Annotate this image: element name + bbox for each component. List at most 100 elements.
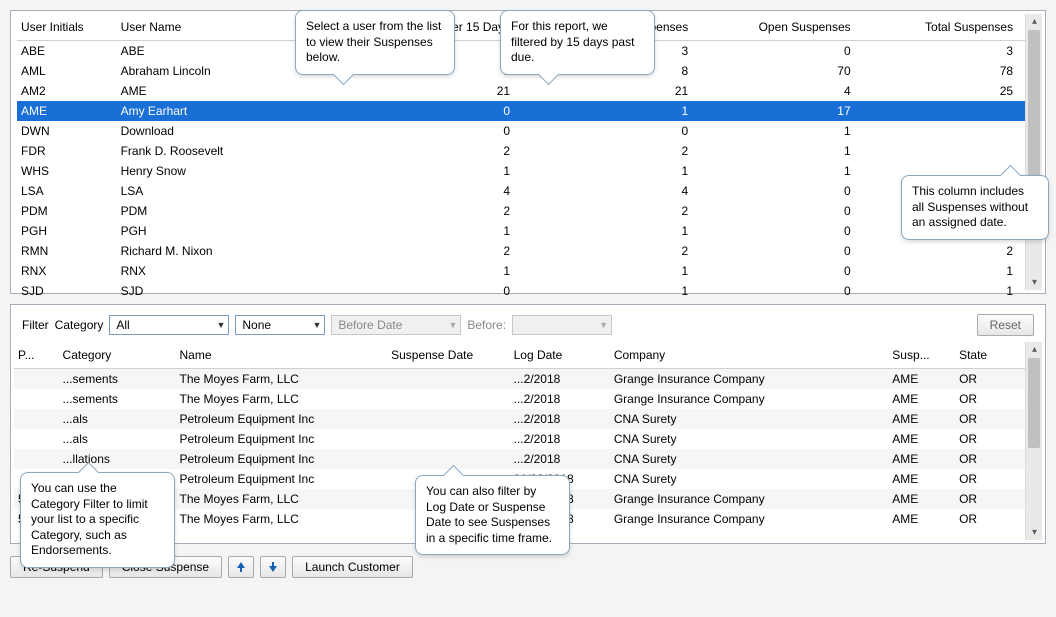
vertical-scrollbar[interactable] <box>1025 342 1042 540</box>
callout-open-column: This column includes all Suspenses witho… <box>901 175 1049 240</box>
cell-name: Petroleum Equipment Inc <box>175 449 387 469</box>
cell-name: Amy Earhart <box>117 101 342 121</box>
cell-susp: AME <box>888 389 955 409</box>
col-suspense-date[interactable]: Suspense Date <box>387 342 510 369</box>
button-label: Reset <box>990 318 1021 332</box>
cell-initials: DWN <box>17 121 117 141</box>
cell-name: Petroleum Equipment Inc <box>175 409 387 429</box>
cell-state: OR <box>955 369 1022 390</box>
cell-category: ...sements <box>59 369 176 390</box>
col-state[interactable]: State <box>955 342 1022 369</box>
cell-name: AME <box>117 81 342 101</box>
scroll-down-icon[interactable] <box>1029 527 1040 538</box>
scroll-down-icon[interactable] <box>1029 277 1040 288</box>
cell-over15: 2 <box>342 241 520 261</box>
cell-company: Grange Insurance Company <box>610 489 888 509</box>
table-row[interactable]: AMEAmy Earhart0117 <box>17 101 1042 121</box>
callout-text: This column includes all Suspenses witho… <box>912 184 1028 229</box>
cell-name: The Moyes Farm, LLC <box>175 489 387 509</box>
cell-name: PDM <box>117 201 342 221</box>
table-row[interactable]: PGHPGH1101 <box>17 221 1042 241</box>
cell-open: 0 <box>698 261 860 281</box>
cell-state: OR <box>955 449 1022 469</box>
cell-p <box>14 389 59 409</box>
arrow-down-icon <box>267 561 279 573</box>
cell-company: CNA Surety <box>610 449 888 469</box>
cell-pastdue: 0 <box>520 121 698 141</box>
table-row[interactable]: DWNDownload001 <box>17 121 1042 141</box>
table-row[interactable]: ...alsPetroleum Equipment Inc ...2/2018CN… <box>14 409 1042 429</box>
cell-name: Frank D. Roosevelt <box>117 141 342 161</box>
callout-filtered-days: For this report, we filtered by 15 days … <box>500 10 655 75</box>
table-row[interactable]: ...alsPetroleum Equipment Inc...2/2018CN… <box>14 429 1042 449</box>
date-field-combo[interactable]: None ▼ <box>235 315 325 335</box>
cell-category: ...als <box>59 409 176 429</box>
table-row[interactable]: FDRFrank D. Roosevelt221 <box>17 141 1042 161</box>
col-name[interactable]: Name <box>175 342 387 369</box>
cell-initials: PGH <box>17 221 117 241</box>
cell-company: CNA Surety <box>610 409 888 429</box>
scroll-up-icon[interactable] <box>1029 344 1040 355</box>
cell-total: 3 <box>861 41 1023 62</box>
table-row[interactable]: PDMPDM2202 <box>17 201 1042 221</box>
cell-over15: 0 <box>342 101 520 121</box>
cell-open: 1 <box>698 161 860 181</box>
col-user-initials[interactable]: User Initials <box>17 14 117 41</box>
cell-suspense-date <box>387 369 510 390</box>
cell-name: Petroleum Equipment Inc <box>175 429 387 449</box>
cell-pastdue: 1 <box>520 281 698 301</box>
cell-name: SJD <box>117 281 342 301</box>
cell-name: Petroleum Equipment Inc <box>175 469 387 489</box>
move-down-button[interactable] <box>260 556 286 578</box>
combo-value: All <box>116 318 129 332</box>
cell-company: CNA Surety <box>610 429 888 449</box>
move-up-button[interactable] <box>228 556 254 578</box>
callout-category-filter: You can use the Category Filter to limit… <box>20 472 175 568</box>
col-company[interactable]: Company <box>610 342 888 369</box>
cell-open: 0 <box>698 221 860 241</box>
col-total[interactable]: Total Suspenses <box>861 14 1023 41</box>
callout-text: For this report, we filtered by 15 days … <box>511 19 634 64</box>
cell-name: Henry Snow <box>117 161 342 181</box>
chevron-down-icon: ▼ <box>216 320 225 330</box>
cell-name: Richard M. Nixon <box>117 241 342 261</box>
table-row[interactable]: RNXRNX1101 <box>17 261 1042 281</box>
cell-susp: AME <box>888 449 955 469</box>
table-row[interactable]: ...sementsThe Moyes Farm, LLC...2/2018Gr… <box>14 389 1042 409</box>
cell-pastdue: 1 <box>520 101 698 121</box>
cell-over15: 21 <box>342 81 520 101</box>
col-open[interactable]: Open Suspenses <box>698 14 860 41</box>
col-category[interactable]: Category <box>59 342 176 369</box>
chevron-down-icon: ▼ <box>599 320 608 330</box>
combo-value: Before Date <box>338 318 402 332</box>
cell-total: 25 <box>861 81 1023 101</box>
launch-customer-button[interactable]: Launch Customer <box>292 556 413 578</box>
cell-name: PGH <box>117 221 342 241</box>
vertical-scrollbar[interactable] <box>1025 14 1042 290</box>
table-row[interactable]: RMNRichard M. Nixon2202 <box>17 241 1042 261</box>
cell-initials: RNX <box>17 261 117 281</box>
scroll-up-icon[interactable] <box>1029 16 1040 27</box>
col-log-date[interactable]: Log Date <box>510 342 610 369</box>
col-susp[interactable]: Susp... <box>888 342 955 369</box>
table-row[interactable]: SJDSJD0101 <box>17 281 1042 301</box>
table-row[interactable]: AM2AME2121425 <box>17 81 1042 101</box>
cell-open: 0 <box>698 241 860 261</box>
cell-log-date: ...2/2018 <box>510 409 610 429</box>
cell-susp: AME <box>888 369 955 390</box>
table-row[interactable]: LSALSA440 <box>17 181 1042 201</box>
cell-open: 17 <box>698 101 860 121</box>
cell-suspense-date <box>387 389 510 409</box>
scroll-thumb[interactable] <box>1028 358 1040 448</box>
before-value-combo: ▼ <box>512 315 612 335</box>
cell-company: Grange Insurance Company <box>610 369 888 390</box>
table-row[interactable]: WHSHenry Snow111 <box>17 161 1042 181</box>
table-row[interactable]: ...llationsPetroleum Equipment Inc...2/2… <box>14 449 1042 469</box>
table-row[interactable]: ...sementsThe Moyes Farm, LLC...2/2018Gr… <box>14 369 1042 390</box>
reset-button[interactable]: Reset <box>977 314 1034 336</box>
cell-initials: LSA <box>17 181 117 201</box>
cell-p <box>14 369 59 390</box>
col-p[interactable]: P... <box>14 342 59 369</box>
category-combo[interactable]: All ▼ <box>109 315 229 335</box>
callout-select-user: Select a user from the list to view thei… <box>295 10 455 75</box>
